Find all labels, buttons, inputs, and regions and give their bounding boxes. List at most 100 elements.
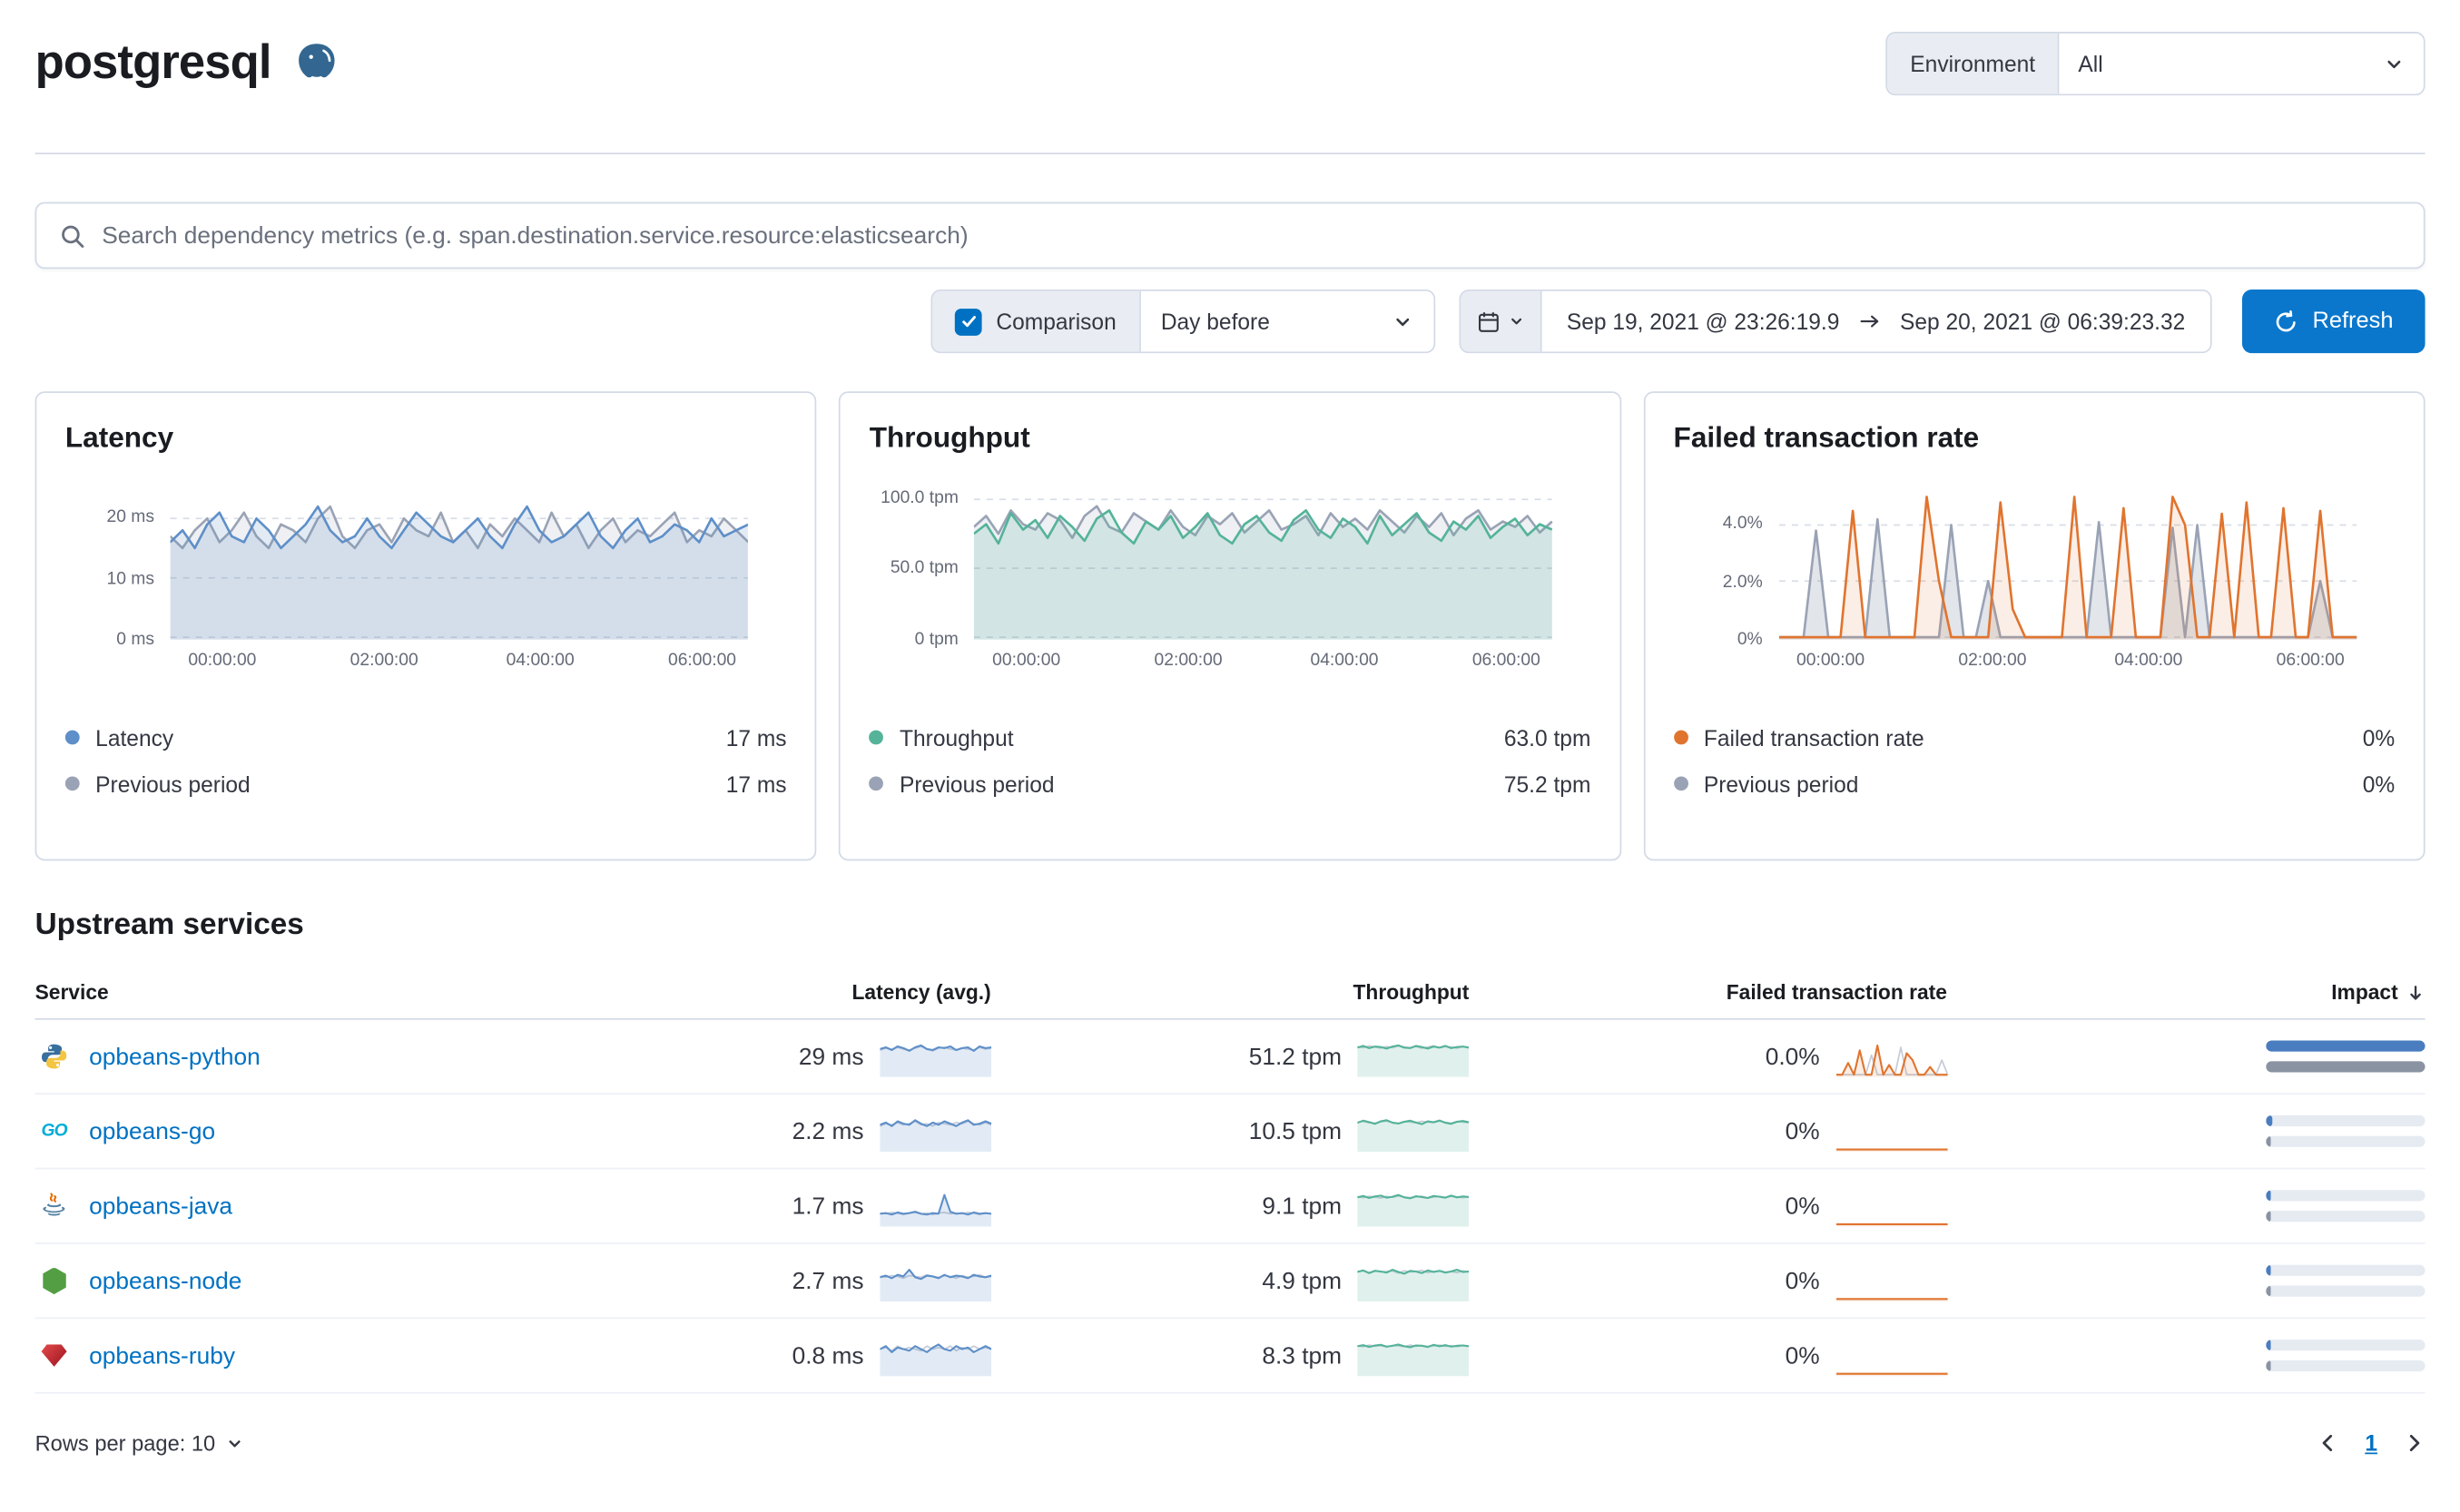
rows-per-page-label: Rows per page: 10 <box>34 1430 216 1456</box>
impact-bars <box>2266 1040 2426 1073</box>
impact-current-bar <box>2266 1190 2271 1202</box>
date-range-start[interactable]: Sep 19, 2021 @ 23:26:19.9 <box>1567 309 1840 334</box>
comparison-checkbox[interactable]: Comparison <box>932 290 1139 352</box>
upstream-services-heading: Upstream services <box>34 908 304 942</box>
failed-rate-sparkline <box>1835 1298 1947 1301</box>
failed-rate-value: 0% <box>1785 1192 1820 1220</box>
chevron-left-icon[interactable] <box>2317 1432 2340 1455</box>
legend-item[interactable]: Failed transaction rate 0% <box>1673 714 2395 761</box>
column-header-service[interactable]: Service <box>35 980 609 1004</box>
table-footer: Rows per page: 10 1 <box>35 1419 2426 1468</box>
legend-item[interactable]: Previous period 75.2 tpm <box>869 761 1590 807</box>
failed-rate-sparkline <box>1835 1222 1947 1227</box>
legend-value: 63.0 tpm <box>1503 724 1591 751</box>
time-controls: Comparison Day before Sep 19, 2021 @ 23:… <box>35 290 2426 354</box>
upstream-services-table: Service Latency (avg.) Throughput Failed… <box>34 966 2426 1394</box>
throughput-chart[interactable] <box>974 480 1553 640</box>
legend-dot <box>1673 730 1688 745</box>
comparison-control: Comparison Day before <box>930 290 1435 354</box>
latency-value: 1.7 ms <box>792 1192 864 1220</box>
service-link[interactable]: opbeans-python <box>89 1043 261 1070</box>
search-bar[interactable] <box>34 201 2426 270</box>
chevron-down-icon <box>1395 317 1409 326</box>
service-link[interactable]: opbeans-ruby <box>89 1342 235 1370</box>
latency-sparkline <box>880 1044 991 1077</box>
comparison-label: Comparison <box>996 309 1117 335</box>
legend-item[interactable]: Previous period 17 ms <box>64 761 787 807</box>
sort-descending-icon <box>2410 985 2421 999</box>
impact-bars <box>2266 1190 2426 1222</box>
search-icon <box>62 224 84 248</box>
latency-sparkline <box>880 1343 991 1377</box>
impact-current-bar <box>2266 1040 2426 1052</box>
legend-dot <box>1673 776 1688 791</box>
failed-rate-value: 0% <box>1785 1117 1820 1145</box>
throughput-sparkline <box>1357 1119 1470 1153</box>
environment-value: All <box>2078 51 2103 77</box>
impact-previous-bar <box>2266 1211 2271 1222</box>
legend-dot <box>64 730 80 745</box>
rows-per-page-button[interactable]: Rows per page: 10 <box>35 1431 244 1455</box>
legend-item[interactable]: Throughput 63.0 tpm <box>869 714 1591 761</box>
legend-label: Failed transaction rate <box>1703 724 1924 751</box>
throughput-value: 4.9 tpm <box>1262 1267 1343 1295</box>
legend-label: Throughput <box>900 724 1014 751</box>
table-row: GO opbeans-go 2.2 ms 10.5 tpm 0% <box>34 1095 2426 1170</box>
environment-select[interactable]: All <box>2057 33 2424 94</box>
chevron-right-icon[interactable] <box>2403 1432 2426 1455</box>
table-row: opbeans-python 29 ms 51.2 tpm 0.0% <box>34 1020 2426 1095</box>
latency-value: 2.2 ms <box>792 1117 864 1145</box>
throughput-sparkline <box>1357 1193 1470 1227</box>
latency-value: 0.8 ms <box>792 1341 864 1370</box>
latency-chart[interactable] <box>170 480 749 640</box>
throughput-value: 51.2 tpm <box>1248 1043 1343 1070</box>
date-range-end[interactable]: Sep 20, 2021 @ 06:39:23.32 <box>1900 309 2185 334</box>
impact-bars <box>2266 1114 2426 1147</box>
impact-previous-bar <box>2266 1135 2271 1147</box>
throughput-value: 9.1 tpm <box>1262 1192 1343 1220</box>
table-row: opbeans-ruby 0.8 ms 8.3 tpm 0% <box>34 1319 2426 1394</box>
upstream-services-section: Upstream services Service Latency (avg.)… <box>34 908 2426 1394</box>
column-header-throughput[interactable]: Throughput <box>991 980 1469 1004</box>
table-header: Service Latency (avg.) Throughput Failed… <box>34 966 2426 1020</box>
page-title: postgresql <box>34 36 272 90</box>
card-title: Throughput <box>869 421 1030 454</box>
column-header-latency[interactable]: Latency (avg.) <box>608 980 990 1004</box>
page-number[interactable]: 1 <box>2365 1430 2377 1456</box>
service-link[interactable]: opbeans-java <box>89 1193 232 1220</box>
latency-sparkline <box>880 1269 991 1301</box>
chevron-down-icon <box>2387 59 2401 68</box>
service-link[interactable]: opbeans-go <box>89 1117 215 1144</box>
search-input[interactable] <box>102 221 2402 250</box>
throughput-sparkline <box>1357 1269 1470 1301</box>
service-link[interactable]: opbeans-node <box>89 1267 241 1294</box>
checkbox-checked-icon[interactable] <box>954 308 982 336</box>
apm-dependency-detail-page: postgresql Environment All Search depend… <box>0 0 2460 1512</box>
legend-label: Latency <box>95 724 174 751</box>
quick-select-menu-button[interactable] <box>1460 290 1541 352</box>
card-title: Failed transaction rate <box>1673 421 1980 454</box>
upstream-table-body: opbeans-python 29 ms 51.2 tpm 0.0% GO op… <box>34 1020 2426 1394</box>
impact-bars <box>2266 1340 2426 1372</box>
comparison-period-select[interactable]: Day before <box>1138 290 1433 352</box>
throughput-card: Throughput 0 tpm 50.0 tpm 100.0 tpm 00:00:… <box>839 391 1621 861</box>
go-icon: GO <box>41 1121 67 1141</box>
column-header-impact[interactable]: Impact <box>1947 980 2426 1004</box>
failed-rate-sparkline <box>1835 1044 1947 1077</box>
chart-legend: Throughput 63.0 tpm Previous period 75.2… <box>869 714 1591 807</box>
refresh-button[interactable]: Refresh <box>2242 290 2426 354</box>
page-header: postgresql Environment All <box>35 0 2426 102</box>
failed-transaction-rate-chart[interactable] <box>1778 480 2357 640</box>
legend-dot <box>869 730 884 745</box>
latency-sparkline <box>880 1119 991 1153</box>
y-axis-labels: 0 tpm 50.0 tpm 100.0 tpm <box>881 487 959 650</box>
latency-sparkline <box>880 1193 991 1227</box>
column-header-failed-rate[interactable]: Failed transaction rate <box>1469 980 1947 1004</box>
impact-previous-bar <box>2266 1061 2426 1073</box>
chart-legend: Failed transaction rate 0% Previous peri… <box>1673 714 2395 807</box>
java-icon <box>38 1190 70 1222</box>
legend-item[interactable]: Previous period 0% <box>1673 761 2395 807</box>
legend-value: 17 ms <box>725 724 787 751</box>
legend-item[interactable]: Latency 17 ms <box>64 714 787 761</box>
failed-transaction-rate-card: Failed transaction rate 0% 2.0% 4.0% 00:00… <box>1643 391 2426 861</box>
